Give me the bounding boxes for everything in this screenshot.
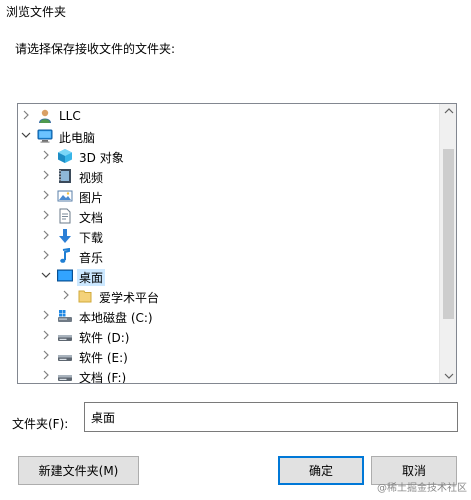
vertical-scrollbar[interactable]: [439, 104, 456, 383]
music-icon: [57, 247, 73, 264]
3d-objects-icon: [57, 148, 73, 164]
tree-item-label: 图片: [79, 191, 104, 205]
tree-item-label: 文档: [79, 211, 104, 225]
watermark: @稀土掘金技术社区: [377, 483, 467, 494]
tree-item[interactable]: 视频: [18, 166, 439, 186]
desktop-icon: [57, 268, 73, 284]
expand-down-icon[interactable]: [20, 129, 32, 141]
title-bar: 浏览文件夹: [0, 0, 471, 22]
video-icon: [57, 168, 73, 184]
tree-item[interactable]: 本地磁盘 (C:): [18, 306, 439, 326]
folder-field[interactable]: [84, 402, 458, 432]
expand-down-icon[interactable]: [40, 269, 52, 281]
tree-item[interactable]: 3D 对象: [18, 146, 439, 166]
expand-right-icon[interactable]: [60, 289, 72, 301]
tree-item-label: 爱学术平台: [99, 291, 160, 305]
expand-right-icon[interactable]: [20, 109, 32, 121]
tree-item-label: LLC: [59, 109, 81, 123]
folder-tree-items: LLC 此电脑 3D 对象视频图片文档下载音乐桌面爱学术平台本地磁盘 (C:) 软件 …: [18, 104, 439, 383]
tree-item[interactable]: 软件 (D:): [18, 326, 439, 346]
drive-icon: [57, 348, 73, 364]
tree-item[interactable]: 文档: [18, 206, 439, 226]
tree-item-label: 此电脑: [59, 131, 96, 145]
pictures-icon: [57, 188, 73, 204]
folder-icon: [77, 288, 93, 304]
window-title: 浏览文件夹: [6, 5, 67, 19]
expand-right-icon[interactable]: [40, 249, 52, 261]
expand-right-icon[interactable]: [40, 309, 52, 321]
tree-item-label: 本地磁盘 (C:): [79, 311, 153, 325]
user-icon: [37, 108, 53, 124]
expand-right-icon[interactable]: [40, 229, 52, 241]
tree-item-label: 文档 (F:): [79, 371, 127, 384]
scroll-down-icon[interactable]: [444, 371, 454, 381]
tree-item[interactable]: 软件 (E:): [18, 346, 439, 366]
drive-icon: [57, 328, 73, 344]
documents-icon: [57, 208, 73, 224]
tree-item[interactable]: 桌面: [18, 266, 439, 286]
prompt-text: 请选择保存接收文件的文件夹:: [15, 42, 176, 56]
expand-right-icon[interactable]: [40, 209, 52, 221]
drive-icon: [57, 368, 73, 383]
tree-item-label: 音乐: [79, 251, 104, 265]
scroll-up-icon[interactable]: [444, 106, 454, 116]
tree-item-label: 桌面: [77, 269, 106, 286]
tree-item-label: 视频: [79, 171, 104, 185]
expand-right-icon[interactable]: [40, 349, 52, 361]
scrollbar-thumb[interactable]: [443, 149, 454, 319]
folder-field-label: 文件夹(F):: [12, 417, 69, 431]
tree-item[interactable]: 爱学术平台: [18, 286, 439, 306]
computer-icon: [37, 128, 53, 144]
tree-item[interactable]: 音乐: [18, 246, 439, 266]
os-drive-icon: [57, 308, 73, 324]
tree-item[interactable]: 下载: [18, 226, 439, 246]
folder-tree[interactable]: LLC 此电脑 3D 对象视频图片文档下载音乐桌面爱学术平台本地磁盘 (C:) 软件 …: [17, 103, 457, 384]
tree-item[interactable]: 此电脑: [18, 126, 439, 146]
new-folder-button[interactable]: 新建文件夹(M): [18, 456, 139, 485]
ok-button[interactable]: 确定: [278, 456, 364, 485]
expand-right-icon[interactable]: [40, 169, 52, 181]
tree-item[interactable]: LLC: [18, 106, 439, 126]
tree-item-label: 下载: [79, 231, 104, 245]
tree-item-label: 软件 (E:): [79, 351, 128, 365]
expand-right-icon[interactable]: [40, 149, 52, 161]
expand-right-icon[interactable]: [40, 369, 52, 381]
expand-right-icon[interactable]: [40, 329, 52, 341]
download-icon: [57, 228, 73, 244]
tree-item[interactable]: 文档 (F:): [18, 366, 439, 384]
tree-item-label: 3D 对象: [79, 151, 124, 165]
tree-item[interactable]: 图片: [18, 186, 439, 206]
tree-item-label: 软件 (D:): [79, 331, 130, 345]
expand-right-icon[interactable]: [40, 189, 52, 201]
